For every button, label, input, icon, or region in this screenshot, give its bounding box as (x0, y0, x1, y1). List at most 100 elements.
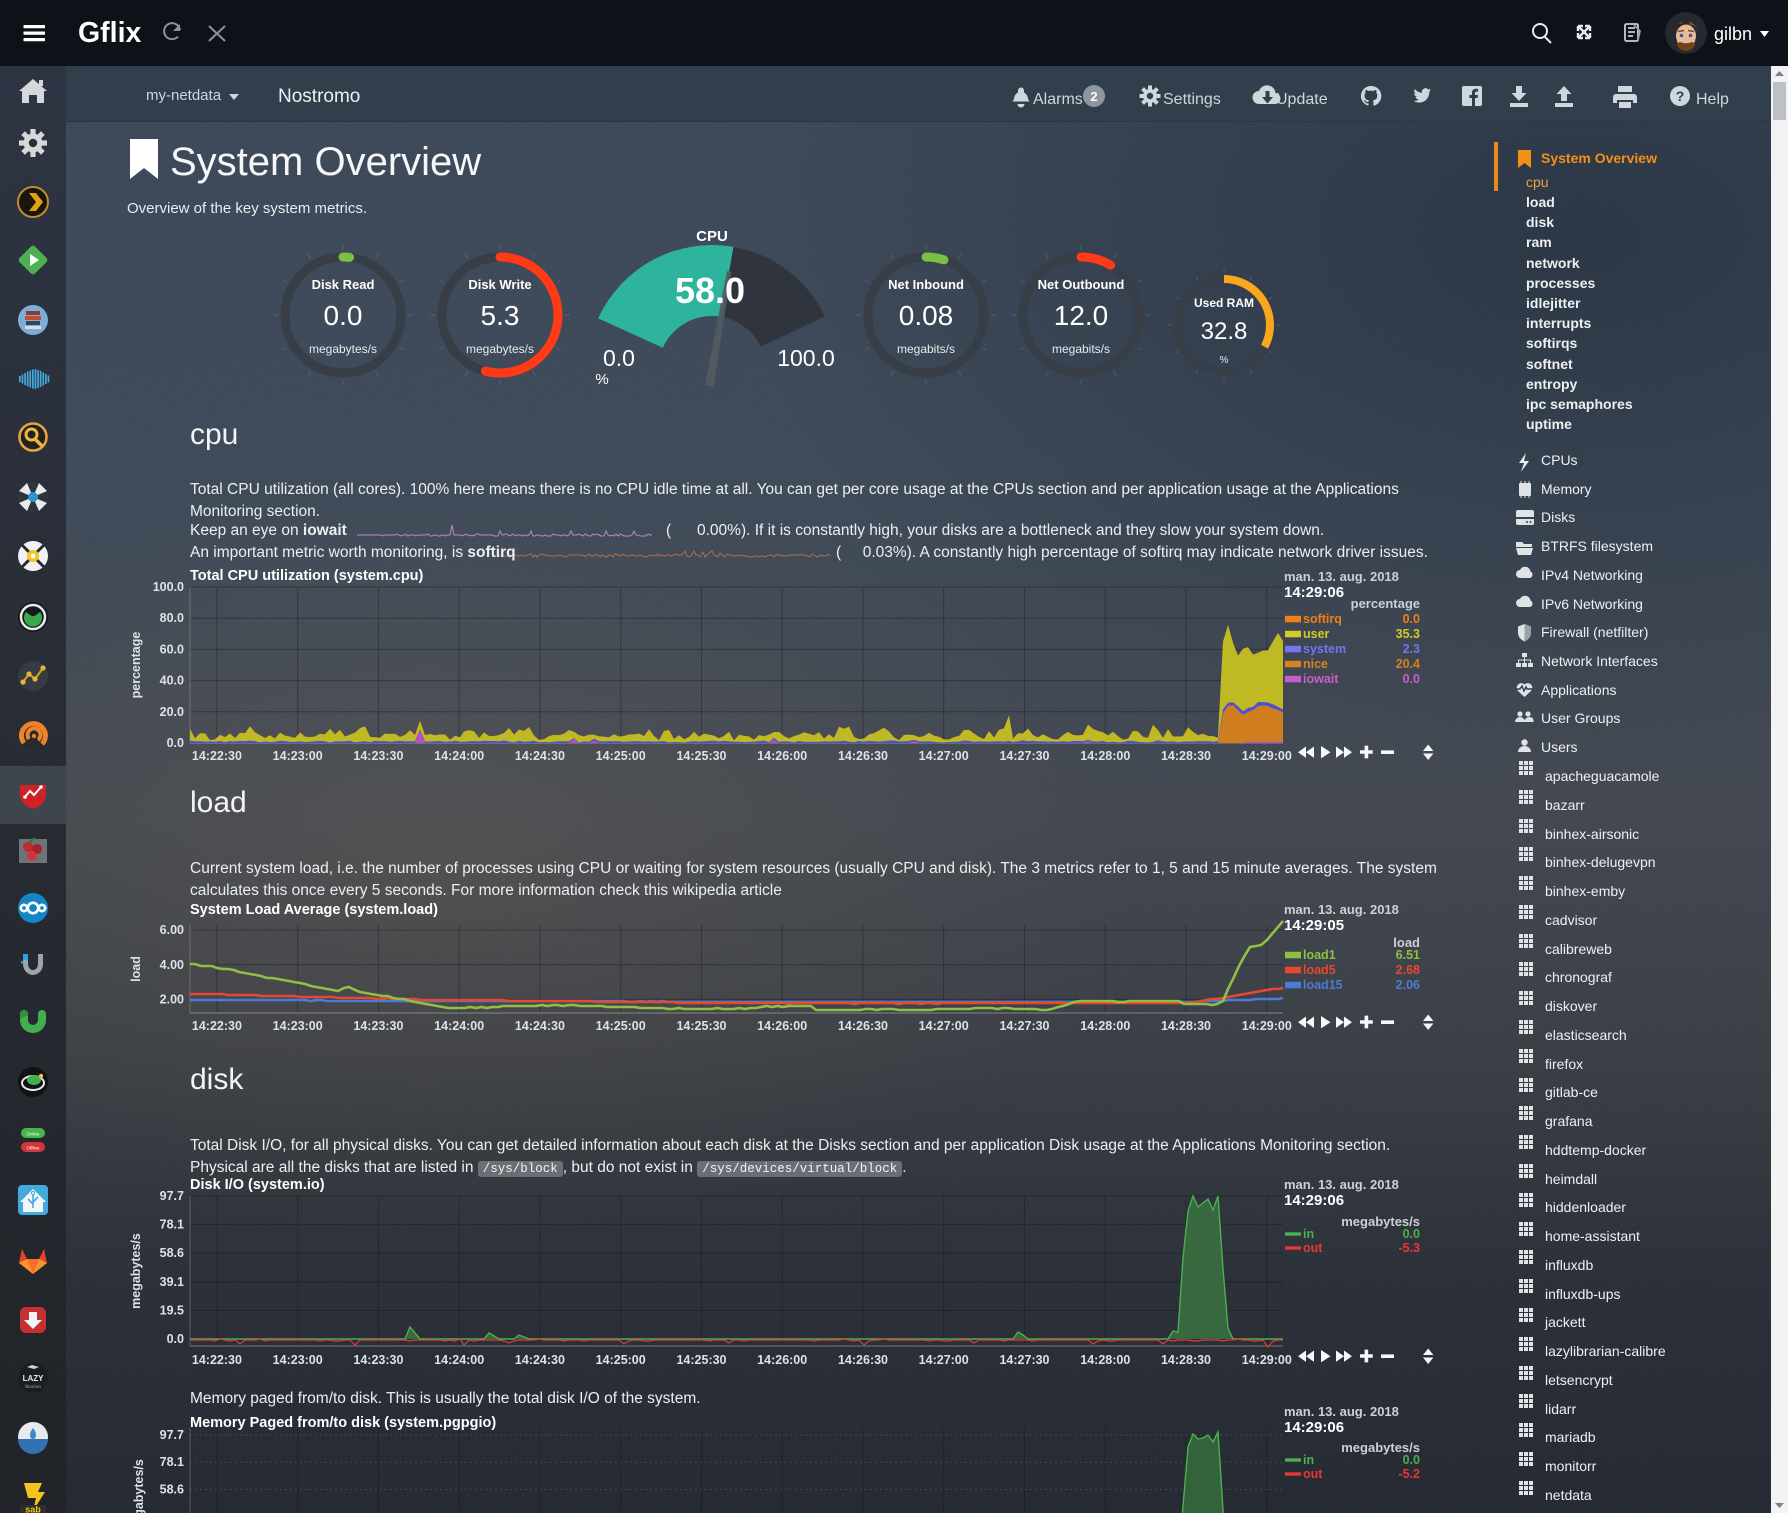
svg-text:14:22:30: 14:22:30 (192, 1353, 242, 1367)
svg-text:nice: nice (1303, 657, 1328, 671)
svg-text:14:25:30: 14:25:30 (676, 1019, 726, 1033)
svg-text:14:25:30: 14:25:30 (676, 749, 726, 763)
svg-text:14:29:06: 14:29:06 (1284, 1192, 1344, 1209)
svg-text:system: system (1303, 642, 1346, 656)
svg-text:user: user (1303, 627, 1330, 641)
svg-text:megabytes/s: megabytes/s (466, 342, 534, 356)
svg-text:0.0: 0.0 (1403, 1453, 1420, 1467)
svg-text:Memory Paged from/to disk (sys: Memory Paged from/to disk (system.pgpgio… (190, 1415, 496, 1431)
svg-text:14:28:30: 14:28:30 (1161, 1019, 1211, 1033)
svg-text:58.6: 58.6 (160, 1482, 184, 1496)
svg-text:Disk Read: Disk Read (312, 277, 375, 292)
svg-text:60.0: 60.0 (160, 642, 184, 656)
svg-text:14:27:30: 14:27:30 (999, 1353, 1049, 1367)
svg-text:14:23:00: 14:23:00 (273, 749, 323, 763)
svg-text:megabits/s: megabits/s (1052, 342, 1110, 356)
svg-text:CPU: CPU (696, 228, 728, 245)
svg-text:14:25:00: 14:25:00 (596, 1019, 646, 1033)
svg-text:14:29:00: 14:29:00 (1242, 1353, 1292, 1367)
svg-text:in: in (1303, 1453, 1314, 1467)
svg-text:6.00: 6.00 (160, 923, 184, 937)
svg-text:14:29:00: 14:29:00 (1242, 749, 1292, 763)
svg-text:14:28:00: 14:28:00 (1080, 1019, 1130, 1033)
svg-text:14:26:30: 14:26:30 (838, 1353, 888, 1367)
svg-text:Gflix: Gflix (78, 17, 141, 49)
svg-text:0.0: 0.0 (167, 1332, 184, 1346)
svg-text:4.00: 4.00 (160, 958, 184, 972)
svg-text:5.3: 5.3 (481, 300, 520, 331)
svg-text:14:26:30: 14:26:30 (838, 1019, 888, 1033)
svg-text:14:26:30: 14:26:30 (838, 749, 888, 763)
svg-text:14:26:00: 14:26:00 (757, 1353, 807, 1367)
svg-text:0.0: 0.0 (1403, 612, 1420, 626)
svg-text:14:26:00: 14:26:00 (757, 1019, 807, 1033)
svg-text:6.51: 6.51 (1396, 948, 1420, 962)
svg-text:?: ? (1676, 88, 1685, 104)
svg-text:14:26:00: 14:26:00 (757, 749, 807, 763)
svg-text:14:27:00: 14:27:00 (919, 749, 969, 763)
svg-text:percentage: percentage (1351, 596, 1420, 611)
svg-text:Net Inbound: Net Inbound (888, 277, 964, 292)
svg-text:20.4: 20.4 (1396, 657, 1420, 671)
svg-text:Used RAM: Used RAM (1194, 296, 1254, 310)
svg-text:14:24:00: 14:24:00 (434, 1019, 484, 1033)
svg-text:Update: Update (1276, 91, 1328, 108)
svg-text:2.3: 2.3 (1403, 642, 1420, 656)
svg-text:58.0: 58.0 (675, 270, 745, 311)
svg-text:14:24:30: 14:24:30 (515, 749, 565, 763)
svg-text:0.0: 0.0 (603, 345, 635, 371)
svg-text:System Load Average (system.lo: System Load Average (system.load) (190, 902, 438, 918)
svg-text:load5: load5 (1303, 963, 1336, 977)
svg-text:2: 2 (1090, 89, 1097, 104)
svg-text:14:23:00: 14:23:00 (273, 1019, 323, 1033)
svg-text:97.7: 97.7 (160, 1189, 184, 1203)
svg-text:40.0: 40.0 (160, 674, 184, 688)
svg-text:80.0: 80.0 (160, 611, 184, 625)
svg-text:20.0: 20.0 (160, 705, 184, 719)
svg-text:39.1: 39.1 (160, 1275, 184, 1289)
svg-text:percentage: percentage (129, 632, 143, 699)
svg-text:14:28:30: 14:28:30 (1161, 749, 1211, 763)
svg-text:load15: load15 (1303, 978, 1343, 992)
svg-text:2.06: 2.06 (1396, 978, 1420, 992)
svg-text:58.6: 58.6 (160, 1246, 184, 1260)
svg-text:softirq: softirq (1303, 612, 1342, 626)
svg-text:14:29:05: 14:29:05 (1284, 917, 1344, 934)
svg-text:14:27:30: 14:27:30 (999, 1019, 1049, 1033)
svg-text:32.8: 32.8 (1201, 318, 1248, 345)
svg-text:0.0: 0.0 (324, 300, 363, 331)
svg-text:0.0: 0.0 (1403, 672, 1420, 686)
svg-text:14:28:30: 14:28:30 (1161, 1353, 1211, 1367)
svg-text:35.3: 35.3 (1396, 627, 1420, 641)
svg-text:Disk Write: Disk Write (468, 277, 531, 292)
svg-text:Nostromo: Nostromo (278, 86, 360, 107)
svg-text:14:24:30: 14:24:30 (515, 1353, 565, 1367)
svg-text:14:23:30: 14:23:30 (353, 1353, 403, 1367)
svg-text:load1: load1 (1303, 948, 1336, 962)
svg-text:my-netdata: my-netdata (146, 87, 222, 104)
svg-text:megabytes/s: megabytes/s (129, 1233, 143, 1309)
svg-text:100.0: 100.0 (777, 345, 835, 371)
svg-text:14:27:00: 14:27:00 (919, 1353, 969, 1367)
svg-text:14:22:30: 14:22:30 (192, 749, 242, 763)
svg-text:0.0: 0.0 (1403, 1227, 1420, 1241)
svg-text:14:24:30: 14:24:30 (515, 1019, 565, 1033)
svg-text:14:28:00: 14:28:00 (1080, 1353, 1130, 1367)
svg-text:Net Outbound: Net Outbound (1038, 277, 1125, 292)
svg-text:megabits/s: megabits/s (897, 342, 955, 356)
svg-text:12.0: 12.0 (1054, 300, 1109, 331)
svg-text:2.68: 2.68 (1396, 963, 1420, 977)
svg-text:in: in (1303, 1227, 1314, 1241)
svg-text:14:22:30: 14:22:30 (192, 1019, 242, 1033)
svg-text:megabytes/s: megabytes/s (132, 1459, 146, 1513)
svg-text:out: out (1303, 1467, 1323, 1481)
svg-text:14:27:30: 14:27:30 (999, 749, 1049, 763)
svg-text:14:28:00: 14:28:00 (1080, 749, 1130, 763)
svg-text:78.1: 78.1 (160, 1455, 184, 1469)
svg-text:14:23:30: 14:23:30 (353, 749, 403, 763)
svg-text:14:25:00: 14:25:00 (596, 1353, 646, 1367)
svg-text:iowait: iowait (1303, 672, 1339, 686)
svg-text:78.1: 78.1 (160, 1218, 184, 1232)
svg-text:2.00: 2.00 (160, 992, 184, 1006)
svg-text:megabytes/s: megabytes/s (309, 342, 377, 356)
